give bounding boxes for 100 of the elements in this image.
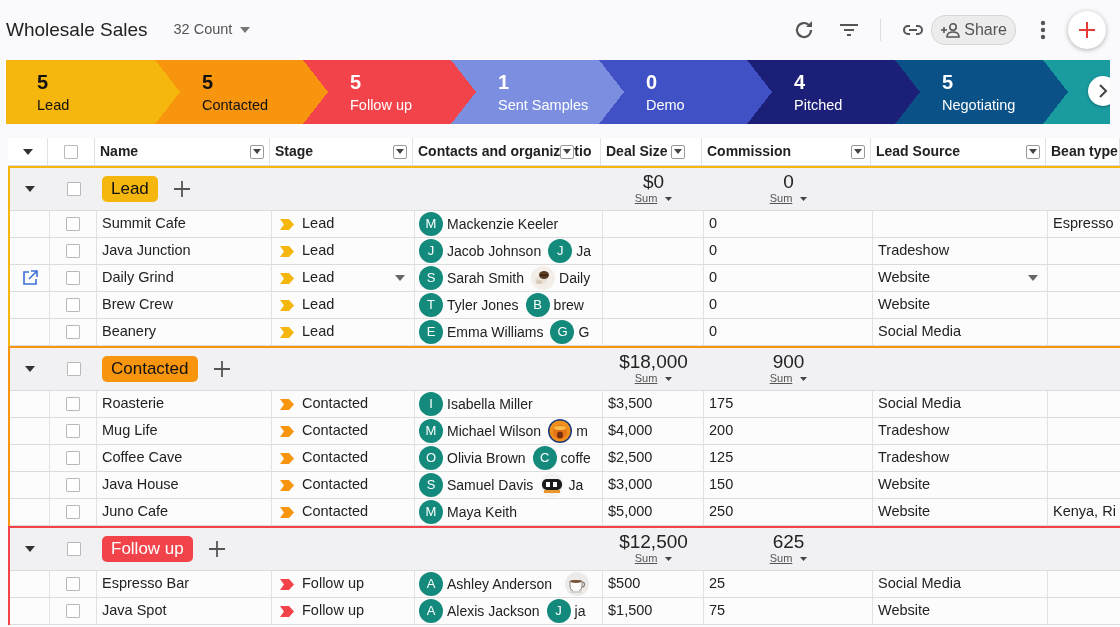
contact-name[interactable]: m	[576, 420, 588, 442]
commission-cell-text: 25	[709, 574, 726, 594]
stage-label: Pitched	[794, 96, 843, 115]
lead-source-cell-text: Website	[878, 268, 931, 288]
checkbox[interactable]	[66, 505, 80, 519]
contact-name[interactable]: brew	[553, 294, 584, 316]
stage-cell-text: Lead	[302, 322, 335, 342]
column-filter-button[interactable]	[1026, 144, 1040, 159]
collapse-all-caret-icon[interactable]	[22, 148, 33, 155]
name-cell-text: Brew Crew	[102, 295, 173, 315]
caret-icon	[800, 556, 808, 561]
contact-name[interactable]: ja	[574, 600, 586, 622]
pipeline-stage[interactable]: 5 Contacted	[180, 60, 328, 124]
dropdown-caret-icon[interactable]	[1028, 275, 1038, 281]
add-icon[interactable]	[213, 361, 230, 377]
column-header: Commission	[707, 142, 791, 161]
checkbox[interactable]	[66, 478, 80, 492]
name-cell-text: Espresso Bar	[102, 574, 190, 594]
contact-name[interactable]: G	[578, 321, 590, 343]
contact-name[interactable]: Samuel Davis	[447, 474, 534, 496]
contact-name[interactable]: Ja	[576, 240, 591, 262]
avatar: J	[546, 599, 571, 623]
caret-icon	[854, 149, 862, 154]
count-dropdown[interactable]: 32 Count	[173, 19, 251, 41]
share-button[interactable]: Share	[931, 15, 1016, 45]
contact-name[interactable]: Jacob Johnson	[447, 240, 542, 262]
contact-name[interactable]: Michael Wilson	[447, 420, 542, 442]
contact-name[interactable]: Maya Keith	[447, 501, 518, 523]
column-filter-button[interactable]	[851, 144, 865, 159]
checkbox[interactable]	[66, 325, 80, 339]
dropdown-caret-icon[interactable]	[395, 275, 405, 281]
commission-cell-text: 0	[709, 268, 718, 288]
avatar: J	[548, 239, 573, 263]
column-filter-button[interactable]	[560, 144, 575, 159]
sum-dropdown[interactable]: Sum	[767, 371, 810, 386]
contact-name[interactable]: Isabella Miller	[447, 393, 533, 415]
sum-dropdown[interactable]: Sum	[632, 191, 675, 206]
checkbox[interactable]	[66, 362, 81, 376]
pipeline-stage[interactable]: 4 Pitched	[772, 60, 920, 124]
collapse-caret-icon[interactable]	[25, 366, 35, 372]
sum-dropdown[interactable]: Sum	[767, 191, 810, 206]
pipeline-stage[interactable]: 5 Negotiating	[920, 60, 1068, 124]
chevron-icon	[280, 479, 294, 491]
lead-source-cell-text: Social Media	[878, 394, 961, 414]
sum-dropdown[interactable]: Sum	[632, 551, 675, 566]
name-cell-text: Java Spot	[102, 601, 167, 621]
chevron-icon	[280, 218, 294, 230]
checkbox[interactable]	[66, 424, 80, 438]
checkbox[interactable]	[66, 451, 80, 465]
avatar: B	[525, 293, 550, 317]
add-person-icon	[940, 22, 961, 38]
pipeline-stage[interactable]: 5 Follow up	[328, 60, 476, 124]
checkbox[interactable]	[66, 298, 80, 312]
column-filter-button[interactable]	[250, 144, 264, 159]
contact-name[interactable]: Tyler Jones	[447, 294, 519, 316]
checkbox[interactable]	[66, 182, 81, 196]
contact-name[interactable]: Olivia Brown	[447, 447, 526, 469]
checkbox[interactable]	[66, 577, 80, 591]
checkbox[interactable]	[66, 271, 80, 285]
collapse-caret-icon[interactable]	[25, 546, 35, 552]
avatar: I	[419, 392, 443, 416]
column-filter-button[interactable]	[671, 144, 686, 159]
contact-name[interactable]: Ashley Anderson	[447, 573, 553, 595]
checkbox[interactable]	[66, 244, 80, 258]
contact-name[interactable]: Emma Williams	[447, 321, 544, 343]
sum-dropdown[interactable]: Sum	[632, 371, 675, 386]
name-cell-text: Summit Cafe	[102, 214, 186, 234]
checkbox[interactable]	[66, 604, 80, 618]
sum-value: $0	[642, 172, 665, 191]
more-button[interactable]	[1038, 18, 1048, 42]
avatar: M	[419, 419, 443, 443]
name-cell-text: Java Junction	[102, 241, 191, 261]
checkbox[interactable]	[66, 217, 80, 231]
add-icon[interactable]	[208, 541, 225, 557]
checkbox[interactable]	[64, 144, 78, 159]
contact-name[interactable]: coffe	[560, 447, 591, 469]
lead-source-cell-text: Website	[878, 295, 931, 315]
checkbox[interactable]	[66, 542, 81, 556]
column-header: Lead Source	[876, 142, 961, 161]
caret-icon	[665, 376, 673, 381]
sum-dropdown[interactable]: Sum	[767, 551, 810, 566]
contact-name[interactable]: Alexis Jackson	[447, 600, 540, 622]
contact-name[interactable]: Daily	[559, 267, 591, 289]
checkbox[interactable]	[66, 397, 80, 411]
contact-name[interactable]: Mackenzie Keeler	[447, 213, 559, 235]
column-filter-button[interactable]	[393, 144, 407, 159]
collapse-caret-icon[interactable]	[25, 186, 35, 192]
contact-name[interactable]: Ja	[568, 474, 584, 496]
open-external-icon	[21, 270, 38, 286]
chevron-icon	[280, 299, 294, 311]
add-icon[interactable]	[173, 181, 190, 197]
pipeline-stage[interactable]: 5 Lead	[6, 60, 180, 124]
contact-name[interactable]: Sarah Smith	[447, 267, 525, 289]
commission-cell-text: 75	[709, 601, 726, 621]
commission-cell-text: 150	[709, 475, 734, 495]
stage-label: Negotiating	[942, 96, 1016, 115]
stage-label: Demo	[646, 96, 685, 115]
add-button[interactable]	[1068, 11, 1106, 49]
bean-type-cell-text: Kenya, Ri	[1053, 502, 1116, 522]
pipeline-stage[interactable]: 0 Demo	[624, 60, 772, 124]
